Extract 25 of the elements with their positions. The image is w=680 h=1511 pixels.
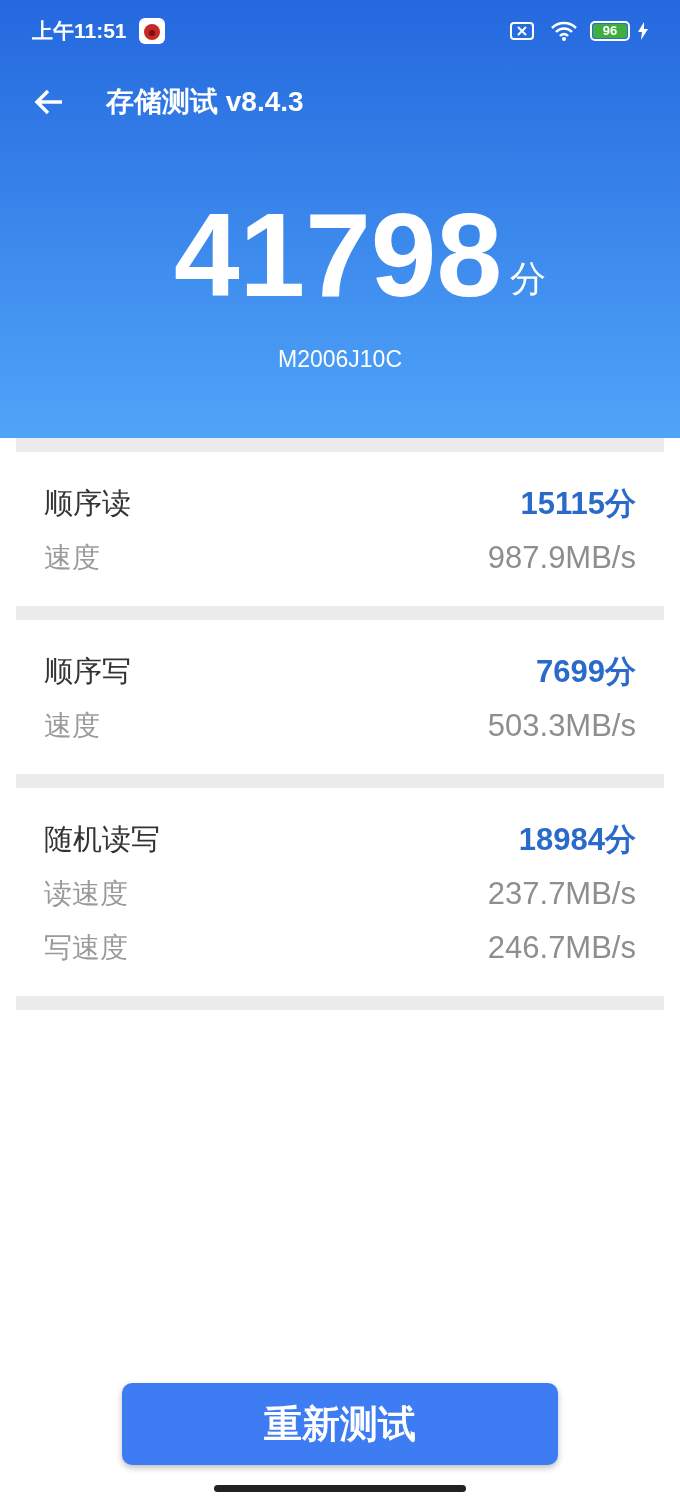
battery-level: 96 bbox=[593, 24, 627, 38]
metric-value: 503.3MB/s bbox=[487, 706, 636, 745]
metric-value: 987.9MB/s bbox=[487, 538, 636, 577]
app-icon bbox=[138, 18, 165, 44]
metric-value: 246.7MB/s bbox=[487, 928, 636, 967]
metric-label: 写速度 bbox=[44, 931, 128, 965]
section-title: 顺序读 bbox=[44, 486, 131, 522]
section-score: 7699分 bbox=[536, 652, 636, 691]
retest-button[interactable]: 重新测试 bbox=[122, 1383, 558, 1465]
section-title: 顺序写 bbox=[44, 654, 131, 690]
section-score: 18984分 bbox=[518, 820, 636, 859]
metric-label: 速度 bbox=[44, 709, 100, 743]
metric-label: 速度 bbox=[44, 541, 100, 575]
charging-icon bbox=[638, 22, 648, 40]
section-title: 随机读写 bbox=[44, 822, 160, 858]
metric-label: 读速度 bbox=[44, 877, 128, 911]
score-unit: 分 bbox=[510, 257, 547, 301]
metric-value: 237.7MB/s bbox=[487, 874, 636, 913]
section-score: 15115分 bbox=[520, 484, 636, 523]
device-model: M2006J10C bbox=[278, 345, 402, 374]
status-time: 上午11:51 bbox=[32, 18, 127, 45]
sim-icon bbox=[510, 22, 534, 40]
wifi-icon bbox=[550, 21, 578, 41]
screen-title: 存储测试 v8.4.3 bbox=[106, 85, 304, 119]
total-score: 41798 bbox=[173, 200, 503, 310]
